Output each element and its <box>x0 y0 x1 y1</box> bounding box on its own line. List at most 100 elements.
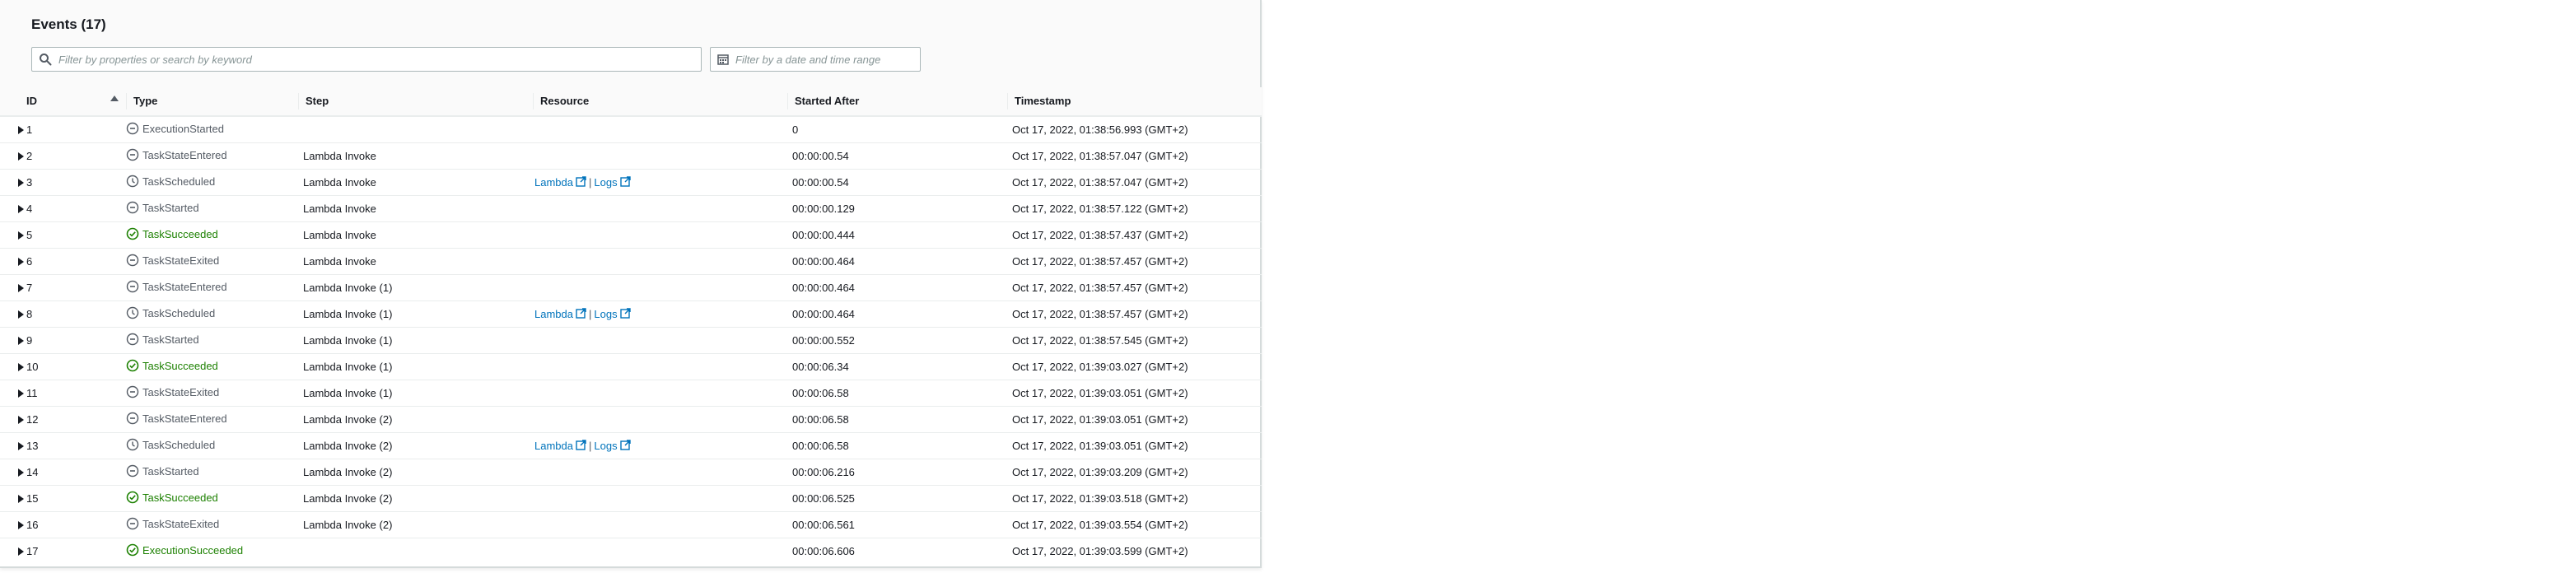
search-input[interactable] <box>58 48 693 71</box>
table-row[interactable]: 6 TaskStateExited Lambda Invoke 00:00:00.46… <box>0 248 1262 275</box>
cell-started-after: 00:00:00.54 <box>787 169 1007 196</box>
column-header-id[interactable]: ID <box>0 87 126 117</box>
table-row[interactable]: 9 TaskStarted Lambda Invoke (1) 00:00:00.55… <box>0 327 1262 354</box>
table-row[interactable]: 15 TaskSucceeded Lambda Invoke (2) 00:00:06… <box>0 485 1262 512</box>
caret-right-icon[interactable] <box>18 416 24 424</box>
external-link-icon <box>576 307 586 321</box>
table-row[interactable]: 1 ExecutionStarted 0 Oct 17, 2022, 01:38:56… <box>0 116 1262 143</box>
logs-link-label: Logs <box>594 440 618 452</box>
logs-link[interactable]: Logs <box>594 175 631 189</box>
cell-started-after: 00:00:00.464 <box>787 248 1007 275</box>
cell-resource <box>533 380 787 407</box>
date-range-filter[interactable] <box>710 47 921 72</box>
events-panel-header: Events (17) <box>0 0 1260 89</box>
event-id: 12 <box>26 413 39 426</box>
cell-resource: Lambda | Logs <box>533 300 787 328</box>
column-header-timestamp[interactable]: Timestamp <box>1007 87 1262 117</box>
lambda-link[interactable]: Lambda <box>534 175 586 189</box>
event-type: TaskStarted <box>126 333 199 346</box>
table-row[interactable]: 7 TaskStateEntered Lambda Invoke (1) 00:00:… <box>0 274 1262 301</box>
event-type-label: TaskStateExited <box>142 254 220 267</box>
cell-type: TaskStateEntered <box>126 406 298 433</box>
logs-link[interactable]: Logs <box>594 307 631 321</box>
caret-right-icon[interactable] <box>18 442 24 450</box>
cell-type: TaskScheduled <box>126 300 298 328</box>
caret-right-icon[interactable] <box>18 337 24 345</box>
caret-right-icon[interactable] <box>18 389 24 398</box>
event-type-label: TaskStateExited <box>142 385 220 398</box>
cell-resource <box>533 406 787 433</box>
cell-timestamp: Oct 17, 2022, 01:39:03.027 (GMT+2) <box>1007 353 1262 380</box>
table-row[interactable]: 14 TaskStarted Lambda Invoke (2) 00:00:06.2… <box>0 459 1262 486</box>
minus-circle-icon <box>126 254 139 267</box>
event-id: 13 <box>26 440 39 452</box>
lambda-link[interactable]: Lambda <box>534 307 586 321</box>
panel-title: Events (17) <box>31 16 106 32</box>
table-row[interactable]: 2 TaskStateEntered Lambda Invoke 00:00:00.5… <box>0 142 1262 170</box>
caret-right-icon[interactable] <box>18 231 24 240</box>
caret-right-icon[interactable] <box>18 468 24 477</box>
cell-resource <box>533 459 787 486</box>
lambda-link[interactable]: Lambda <box>534 439 586 453</box>
cell-started-after: 00:00:00.444 <box>787 221 1007 249</box>
caret-right-icon[interactable] <box>18 258 24 266</box>
minus-circle-icon <box>126 333 139 346</box>
table-row[interactable]: 5 TaskSucceeded Lambda Invoke 00:00:00.444 O… <box>0 221 1262 249</box>
cell-started-after: 00:00:06.34 <box>787 353 1007 380</box>
minus-circle-icon <box>126 385 139 398</box>
event-type: TaskStarted <box>126 464 199 478</box>
caret-right-icon[interactable] <box>18 205 24 213</box>
table-row[interactable]: 10 TaskSucceeded Lambda Invoke (1) 00:00:06… <box>0 353 1262 380</box>
event-type-label: TaskStateEntered <box>142 412 227 425</box>
clock-circle-icon <box>126 175 139 188</box>
caret-right-icon[interactable] <box>18 521 24 529</box>
table-row[interactable]: 11 TaskStateExited Lambda Invoke (1) 00:00:… <box>0 380 1262 407</box>
cell-started-after: 00:00:00.464 <box>787 300 1007 328</box>
cell-type: TaskSucceeded <box>126 485 298 512</box>
caret-right-icon[interactable] <box>18 152 24 161</box>
column-header-type-label: Type <box>126 93 298 109</box>
table-row[interactable]: 12 TaskStateEntered Lambda Invoke (2) 00:00… <box>0 406 1262 433</box>
cell-id: 16 <box>0 511 126 538</box>
caret-right-icon[interactable] <box>18 547 24 556</box>
event-type-label: TaskScheduled <box>142 175 216 188</box>
column-header-resource[interactable]: Resource <box>533 87 787 117</box>
cell-id: 12 <box>0 406 126 433</box>
cell-timestamp: Oct 17, 2022, 01:38:57.047 (GMT+2) <box>1007 169 1262 196</box>
lambda-link-label: Lambda <box>534 176 573 189</box>
cell-resource <box>533 221 787 249</box>
table-row[interactable]: 13 TaskScheduled Lambda Invoke (2) Lambda | L… <box>0 432 1262 459</box>
table-row[interactable]: 17 ExecutionSucceeded 00:00:06.606 Oct 17, … <box>0 538 1262 565</box>
cell-resource <box>533 195 787 222</box>
table-row[interactable]: 16 TaskStateExited Lambda Invoke (2) 00:00:… <box>0 511 1262 538</box>
cell-resource <box>533 353 787 380</box>
column-header-type[interactable]: Type <box>126 87 298 117</box>
cell-resource <box>533 274 787 301</box>
caret-right-icon[interactable] <box>18 284 24 292</box>
logs-link[interactable]: Logs <box>594 439 631 453</box>
table-row[interactable]: 3 TaskScheduled Lambda Invoke Lambda | Logs 00… <box>0 169 1262 196</box>
table-row[interactable]: 8 TaskScheduled Lambda Invoke (1) Lambda | Lo… <box>0 300 1262 328</box>
caret-right-icon[interactable] <box>18 126 24 134</box>
event-type-label: ExecutionSucceeded <box>142 543 244 557</box>
caret-right-icon[interactable] <box>18 495 24 503</box>
cell-timestamp: Oct 17, 2022, 01:38:57.457 (GMT+2) <box>1007 248 1262 275</box>
caret-right-icon[interactable] <box>18 179 24 187</box>
caret-right-icon[interactable] <box>18 363 24 371</box>
search-field[interactable] <box>31 47 702 72</box>
table-row[interactable]: 4 TaskStarted Lambda Invoke 00:00:00.129 Oct… <box>0 195 1262 222</box>
sort-ascending-icon[interactable] <box>110 96 119 101</box>
event-type-label: TaskSucceeded <box>142 491 218 504</box>
cell-timestamp: Oct 17, 2022, 01:39:03.554 (GMT+2) <box>1007 511 1262 538</box>
column-header-started-after[interactable]: Started After <box>787 87 1007 117</box>
external-link-icon <box>619 307 631 321</box>
column-header-step[interactable]: Step <box>298 87 533 117</box>
date-range-input[interactable] <box>735 48 917 71</box>
lambda-link-label: Lambda <box>534 440 573 452</box>
external-link-icon <box>576 175 586 189</box>
cell-id: 9 <box>0 327 126 354</box>
caret-right-icon[interactable] <box>18 310 24 319</box>
event-type-label: TaskStarted <box>142 333 199 346</box>
cell-step: Lambda Invoke (2) <box>298 485 533 512</box>
cell-step: Lambda Invoke <box>298 248 533 275</box>
